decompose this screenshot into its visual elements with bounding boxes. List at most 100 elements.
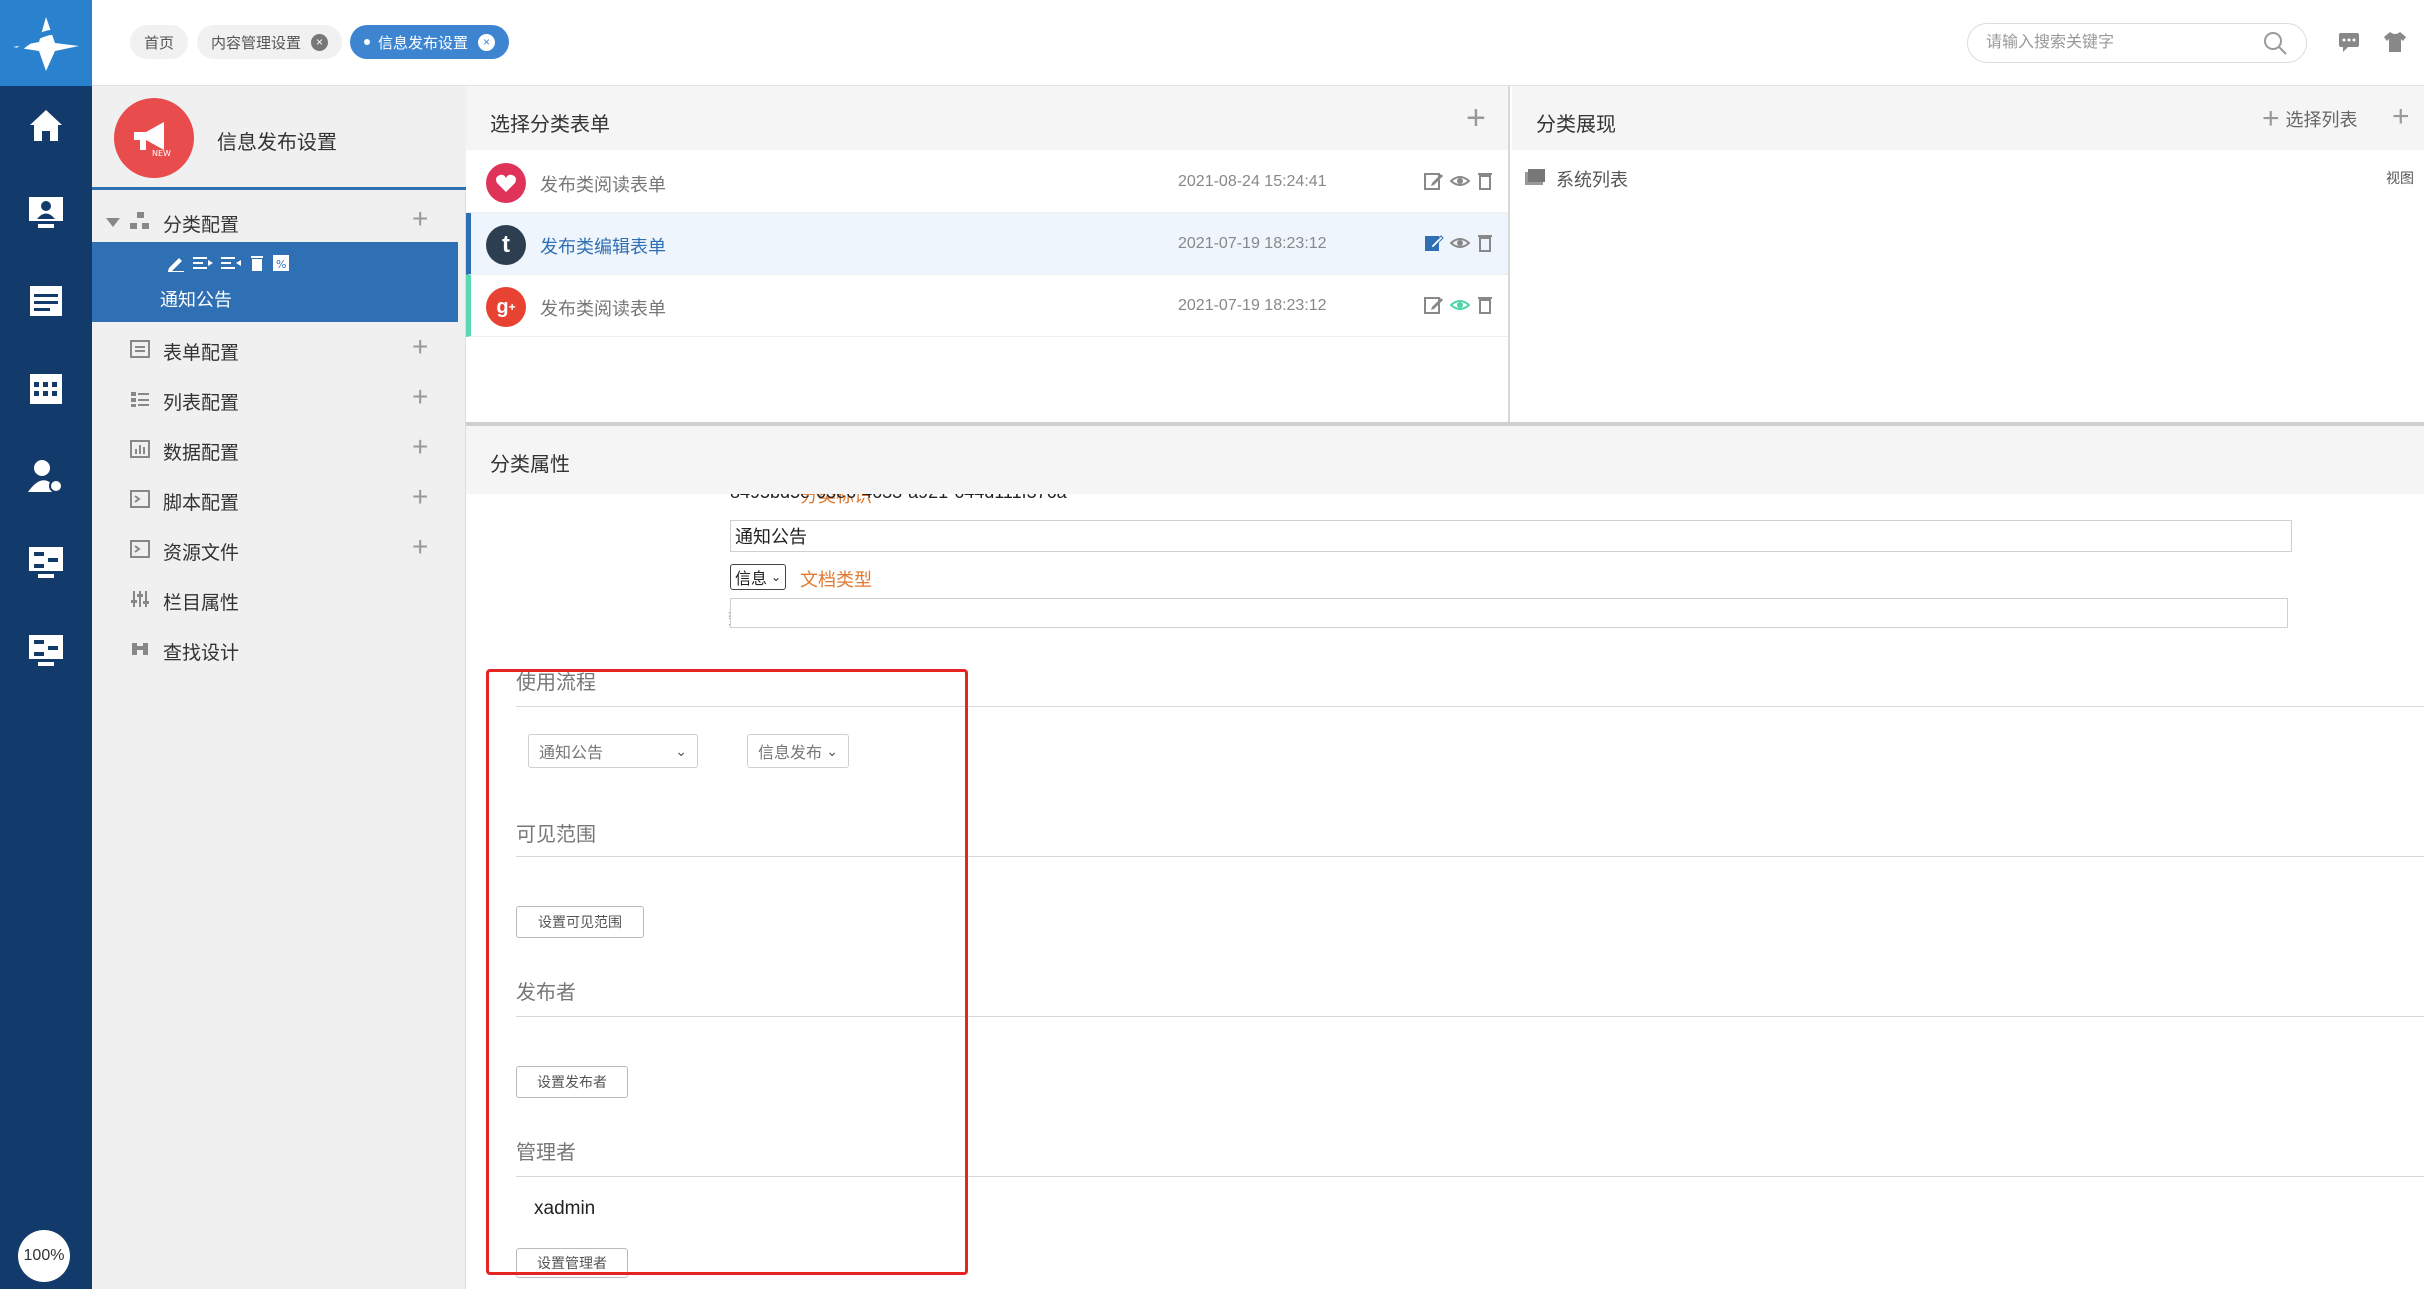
sidebar-item-label: 查找设计 — [163, 643, 240, 664]
add-icon[interactable]: + — [412, 204, 428, 234]
google-plus-icon: g + — [486, 287, 526, 327]
add-icon[interactable]: + — [412, 532, 428, 562]
tab-label: 信息发布设置 — [378, 34, 469, 52]
trash-icon[interactable] — [248, 254, 266, 277]
sidebar-item-label: 表单配置 — [163, 343, 240, 364]
form-icon — [130, 340, 150, 363]
list-item[interactable]: g + 发布类阅读表单 2021-07-19 18:23:12 — [466, 275, 1508, 337]
import-view-input[interactable] — [730, 598, 2288, 628]
eye-icon[interactable] — [1449, 233, 1471, 258]
sidebar-item-search-design[interactable]: 查找设计 — [92, 624, 466, 674]
eye-icon[interactable] — [1449, 171, 1471, 196]
search-input[interactable] — [1967, 23, 2307, 63]
app-logo[interactable] — [0, 0, 92, 86]
svg-text:NEW: NEW — [152, 149, 171, 158]
percent-icon[interactable]: % — [272, 254, 290, 277]
list-item-label: 系统列表 — [1556, 170, 1628, 190]
search-icon[interactable] — [2262, 30, 2288, 61]
tab-publish-settings[interactable]: 信息发布设置 × — [350, 25, 510, 59]
select-list-label: 选择列表 — [2285, 110, 2358, 130]
sidebar: NEW 信息发布设置 分类配置 + % 通知公告 表单配置 + 列表配置 + 数… — [92, 86, 466, 1289]
sidebar-item-data[interactable]: 数据配置 + — [92, 424, 466, 474]
sidebar-item-list[interactable]: 列表配置 + — [92, 374, 466, 424]
sidebar-item-category[interactable]: 分类配置 + — [92, 196, 466, 246]
shirt-icon[interactable] — [2382, 30, 2408, 59]
add-icon[interactable]: + — [2392, 100, 2410, 134]
calendar-list-icon[interactable] — [0, 270, 92, 330]
list-item[interactable]: t 发布类编辑表单 2021-07-19 18:23:12 — [466, 213, 1508, 275]
eye-icon[interactable] — [1449, 295, 1471, 320]
trash-icon[interactable] — [1476, 171, 1494, 196]
add-icon: + — [2262, 102, 2280, 135]
select-list-button[interactable]: + 选择列表 — [2262, 104, 2358, 134]
tree-icon — [130, 212, 150, 235]
doctype-select[interactable]: 信息 ⌄ — [730, 564, 787, 590]
monitor-flow-icon[interactable] — [0, 532, 92, 592]
edit-icon[interactable] — [1424, 171, 1444, 196]
view-link[interactable]: 视图 — [2386, 168, 2414, 188]
user-monitor-icon[interactable] — [0, 182, 92, 242]
form-time: 2021-07-19 18:23:12 — [1178, 235, 1327, 252]
caret-down-icon[interactable] — [106, 218, 120, 227]
top-bar: 首页 内容管理设置 × 信息发布设置 × — [92, 0, 2424, 86]
sidebar-item-resource[interactable]: 资源文件 + — [92, 524, 466, 574]
alias-input[interactable] — [730, 520, 2292, 552]
calendar-grid-icon[interactable] — [0, 358, 92, 418]
add-icon[interactable]: + — [412, 382, 428, 412]
sidebar-item-form[interactable]: 表单配置 + — [92, 324, 466, 374]
home-icon[interactable] — [0, 95, 92, 155]
highlight-box — [486, 669, 968, 1275]
edit-icon[interactable] — [1424, 233, 1444, 258]
add-icon[interactable]: + — [412, 332, 428, 362]
category-id-value: 8495bd5e-03e6-4633-a921-644d111f376a — [730, 494, 1067, 503]
trash-icon[interactable] — [1476, 233, 1494, 258]
script-icon — [130, 490, 150, 513]
sidebar-title: 信息发布设置 — [217, 132, 337, 154]
add-icon[interactable]: + — [412, 482, 428, 512]
sidebar-item-script[interactable]: 脚本配置 + — [92, 474, 466, 524]
indent-icon[interactable] — [192, 254, 214, 277]
close-icon[interactable]: × — [311, 33, 329, 51]
row-actions — [1424, 171, 1494, 196]
user-settings-icon[interactable] — [0, 446, 92, 506]
outdent-icon[interactable] — [220, 254, 242, 277]
row-actions — [1424, 295, 1494, 320]
category-display-panel: 分类展现 + 选择列表 + 系统列表 视图 — [1512, 86, 2424, 422]
form-name: 发布类编辑表单 — [540, 237, 666, 257]
tree-node-label: 通知公告 — [160, 290, 232, 310]
sidebar-header: NEW 信息发布设置 — [92, 86, 466, 190]
edit-icon[interactable] — [166, 254, 186, 277]
row-actions — [1424, 233, 1494, 258]
svg-text:%: % — [276, 258, 286, 271]
form-select-panel: 选择分类表单 + 发布类阅读表单 2021-08-24 15:24:41 t 发… — [466, 86, 1510, 422]
form-time: 2021-07-19 18:23:12 — [1178, 297, 1327, 314]
tree-node-selected[interactable]: % 通知公告 — [92, 242, 458, 322]
panel-title: 分类展现 — [1536, 114, 1616, 136]
close-icon[interactable]: × — [478, 33, 496, 51]
tab-home[interactable]: 首页 — [130, 25, 189, 59]
monitor-flow-icon[interactable] — [0, 620, 92, 680]
edit-icon[interactable] — [1424, 295, 1444, 320]
tab-label: 首页 — [144, 34, 175, 52]
star-logo-icon — [13, 17, 79, 71]
add-icon[interactable]: + — [412, 432, 428, 462]
node-toolbar: % — [166, 254, 290, 277]
form-name: 发布类阅读表单 — [540, 299, 666, 319]
panel-header — [466, 86, 1508, 150]
chevron-down-icon: ⌄ — [771, 570, 782, 584]
megaphone-icon: NEW — [114, 98, 194, 178]
sidebar-item-label: 栏目属性 — [163, 593, 240, 614]
left-rail: 100% — [0, 0, 92, 1289]
message-icon[interactable] — [2337, 30, 2361, 59]
zoom-level-badge[interactable]: 100% — [18, 1230, 70, 1282]
tab-content-settings[interactable]: 内容管理设置 × — [197, 25, 343, 59]
sidebar-item-label: 数据配置 — [163, 443, 240, 464]
binoculars-icon — [130, 640, 150, 663]
sidebar-item-column[interactable]: 栏目属性 — [92, 574, 466, 624]
trash-icon[interactable] — [1476, 295, 1494, 320]
form-time: 2021-08-24 15:24:41 — [1178, 173, 1327, 190]
sidebar-item-label: 资源文件 — [163, 543, 240, 564]
add-icon[interactable]: + — [1466, 100, 1486, 136]
list-item[interactable]: 发布类阅读表单 2021-08-24 15:24:41 — [466, 151, 1508, 213]
list-item[interactable]: 系统列表 — [1524, 166, 1628, 192]
